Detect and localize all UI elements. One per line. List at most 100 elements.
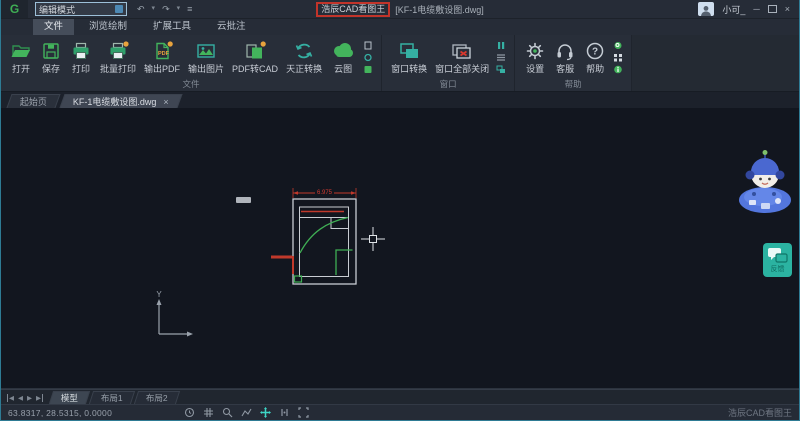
assistant-mascot[interactable] (737, 148, 793, 216)
mini-pause-icon[interactable] (496, 41, 506, 50)
polyline-icon[interactable] (241, 407, 252, 418)
help-button[interactable]: ? 帮助 (580, 38, 610, 76)
tab-model[interactable]: 模型 (49, 391, 90, 404)
first-tab-icon[interactable]: ◀ (7, 394, 14, 402)
export-image-button[interactable]: 输出图片 (184, 38, 228, 76)
batch-print-button[interactable]: 批量打印 (96, 38, 140, 76)
quick-access-toolbar: ↶ ▾ ↷ ▾ ≡ (137, 4, 192, 14)
ribbon-group-window: 窗口转换 窗口全部关闭 窗口 (382, 35, 515, 91)
undo-icon[interactable]: ↶ (137, 4, 145, 14)
mini-search-icon[interactable] (613, 41, 623, 50)
cloud-drawing-button[interactable]: 云图 (326, 38, 360, 76)
ucs-y-label: Y (156, 290, 162, 299)
tab-layout2[interactable]: 布局2 (134, 391, 180, 404)
maximize-button[interactable] (768, 5, 777, 13)
layout-nav: ◀ ◀ ▶ ▶ (7, 394, 43, 402)
close-button[interactable]: × (785, 5, 790, 14)
offset-icon[interactable] (279, 407, 290, 418)
mode-select[interactable]: 编辑模式 (35, 2, 127, 16)
dimension-text: 6.975 (317, 190, 333, 196)
ucs-axis-icon: Y (149, 288, 197, 340)
group-label-file: 文件 (1, 78, 381, 90)
chat-float-button[interactable]: 反馈 (763, 243, 792, 277)
titlebar: G 编辑模式 ↶ ▾ ↷ ▾ ≡ 浩辰CAD看图王 [KF-1电缆敷设图.dwg… (1, 0, 799, 19)
pdf-convert-icon (244, 39, 266, 61)
mini-refresh-icon[interactable] (363, 53, 373, 62)
zoom-toggle-icon[interactable] (222, 407, 233, 418)
open-folder-icon (10, 39, 32, 61)
titlebar-right: 小可_ ─ × (698, 2, 799, 16)
minimize-button[interactable]: ─ (753, 5, 759, 14)
help-group-mini-icons (610, 38, 626, 74)
qat-menu-icon[interactable]: ≡ (187, 4, 192, 14)
printer-icon (70, 39, 92, 61)
statusbar-brand-label: 浩辰CAD看图王 (728, 406, 792, 419)
tab-active-drawing[interactable]: KF-1电缆敷设图.dwg× (59, 94, 182, 108)
next-tab-icon[interactable]: ▶ (27, 394, 32, 402)
cloud-icon (330, 39, 356, 61)
coordinates-readout: 63.8317, 28.5315, 0.0000 (8, 408, 112, 418)
grid-toggle-icon[interactable] (203, 407, 214, 418)
mode-select-value: 编辑模式 (39, 3, 75, 16)
floppy-icon (40, 39, 62, 61)
svg-text:PDF: PDF (158, 51, 170, 57)
recycle-arrows-icon (293, 39, 315, 61)
mode-grid-icon (115, 5, 123, 13)
svg-text:?: ? (592, 47, 598, 58)
drawing-canvas[interactable]: 6.975 Y (1, 108, 799, 389)
gear-icon (524, 39, 546, 61)
tab-close-icon[interactable]: × (163, 97, 168, 107)
status-toggle-icons (184, 407, 309, 418)
group-label-help: 帮助 (515, 78, 631, 90)
pan-move-icon[interactable] (260, 407, 271, 418)
document-tab-bar: 起始页 KF-1电缆敷设图.dwg× (1, 92, 799, 108)
pdf-to-cad-button[interactable]: PDF转CAD (228, 38, 282, 76)
customer-service-button[interactable]: 客服 (550, 38, 580, 76)
tianzheng-convert-button[interactable]: 天正转换 (282, 38, 326, 76)
layout-tab-bar: ◀ ◀ ▶ ▶ 模型 布局1 布局2 (1, 389, 799, 404)
document-title: [KF-1电缆敷设图.dwg] (395, 3, 484, 16)
status-bar: 63.8317, 28.5315, 0.0000 浩辰CAD看图王 (1, 404, 799, 420)
close-all-windows-button[interactable]: 窗口全部关闭 (431, 38, 493, 76)
chat-button-label: 反馈 (771, 266, 785, 274)
chat-bubbles-icon (766, 246, 789, 266)
undo-caret-icon[interactable]: ▾ (152, 4, 156, 14)
clock-icon[interactable] (184, 407, 195, 418)
mini-lines-icon[interactable] (496, 53, 506, 62)
batch-printer-icon (107, 39, 129, 61)
ribbon-group-help: 设置 客服 ? 帮助 帮助 (515, 35, 632, 91)
mini-grid-icon[interactable] (613, 53, 623, 62)
ribbon-group-file: 打开 保存 打印 批量打印 PDF 输出PDF (1, 35, 382, 91)
mini-info-icon[interactable] (613, 65, 623, 74)
mini-green-badge-icon[interactable] (363, 65, 373, 74)
file-group-mini-icons (360, 38, 376, 74)
question-circle-icon: ? (584, 39, 606, 61)
print-button[interactable]: 打印 (66, 38, 96, 76)
window-group-mini-icons (493, 38, 509, 74)
prev-tab-icon[interactable]: ◀ (18, 394, 23, 402)
full-extent-icon[interactable] (298, 407, 309, 418)
app-logo-icon[interactable]: G (1, 0, 28, 18)
redo-caret-icon[interactable]: ▾ (177, 4, 181, 14)
ribbon-tab-bar: 文件 浏览绘制 扩展工具 云批注 (1, 19, 799, 35)
username-label: 小可_ (722, 3, 745, 16)
last-tab-icon[interactable]: ▶ (36, 394, 43, 402)
cascade-windows-icon (397, 39, 421, 61)
settings-button[interactable]: 设置 (520, 38, 550, 76)
window-switch-button[interactable]: 窗口转换 (387, 38, 431, 76)
brand-title-highlight: 浩辰CAD看图王 (316, 2, 390, 17)
mini-doc-icon[interactable] (363, 41, 373, 50)
app-window: G 编辑模式 ↶ ▾ ↷ ▾ ≡ 浩辰CAD看图王 [KF-1电缆敷设图.dwg… (0, 0, 800, 421)
save-button[interactable]: 保存 (36, 38, 66, 76)
tab-start-page[interactable]: 起始页 (6, 94, 60, 108)
person-icon (700, 5, 712, 16)
ribbon-empty-area (632, 35, 799, 91)
pdf-document-icon: PDF (151, 39, 173, 61)
user-avatar[interactable] (698, 2, 714, 16)
export-pdf-button[interactable]: PDF 输出PDF (140, 38, 184, 76)
tab-layout1[interactable]: 布局1 (89, 391, 135, 404)
open-button[interactable]: 打开 (6, 38, 36, 76)
image-icon (195, 39, 217, 61)
mini-cascade-icon[interactable] (496, 65, 506, 74)
redo-icon[interactable]: ↷ (162, 4, 170, 14)
